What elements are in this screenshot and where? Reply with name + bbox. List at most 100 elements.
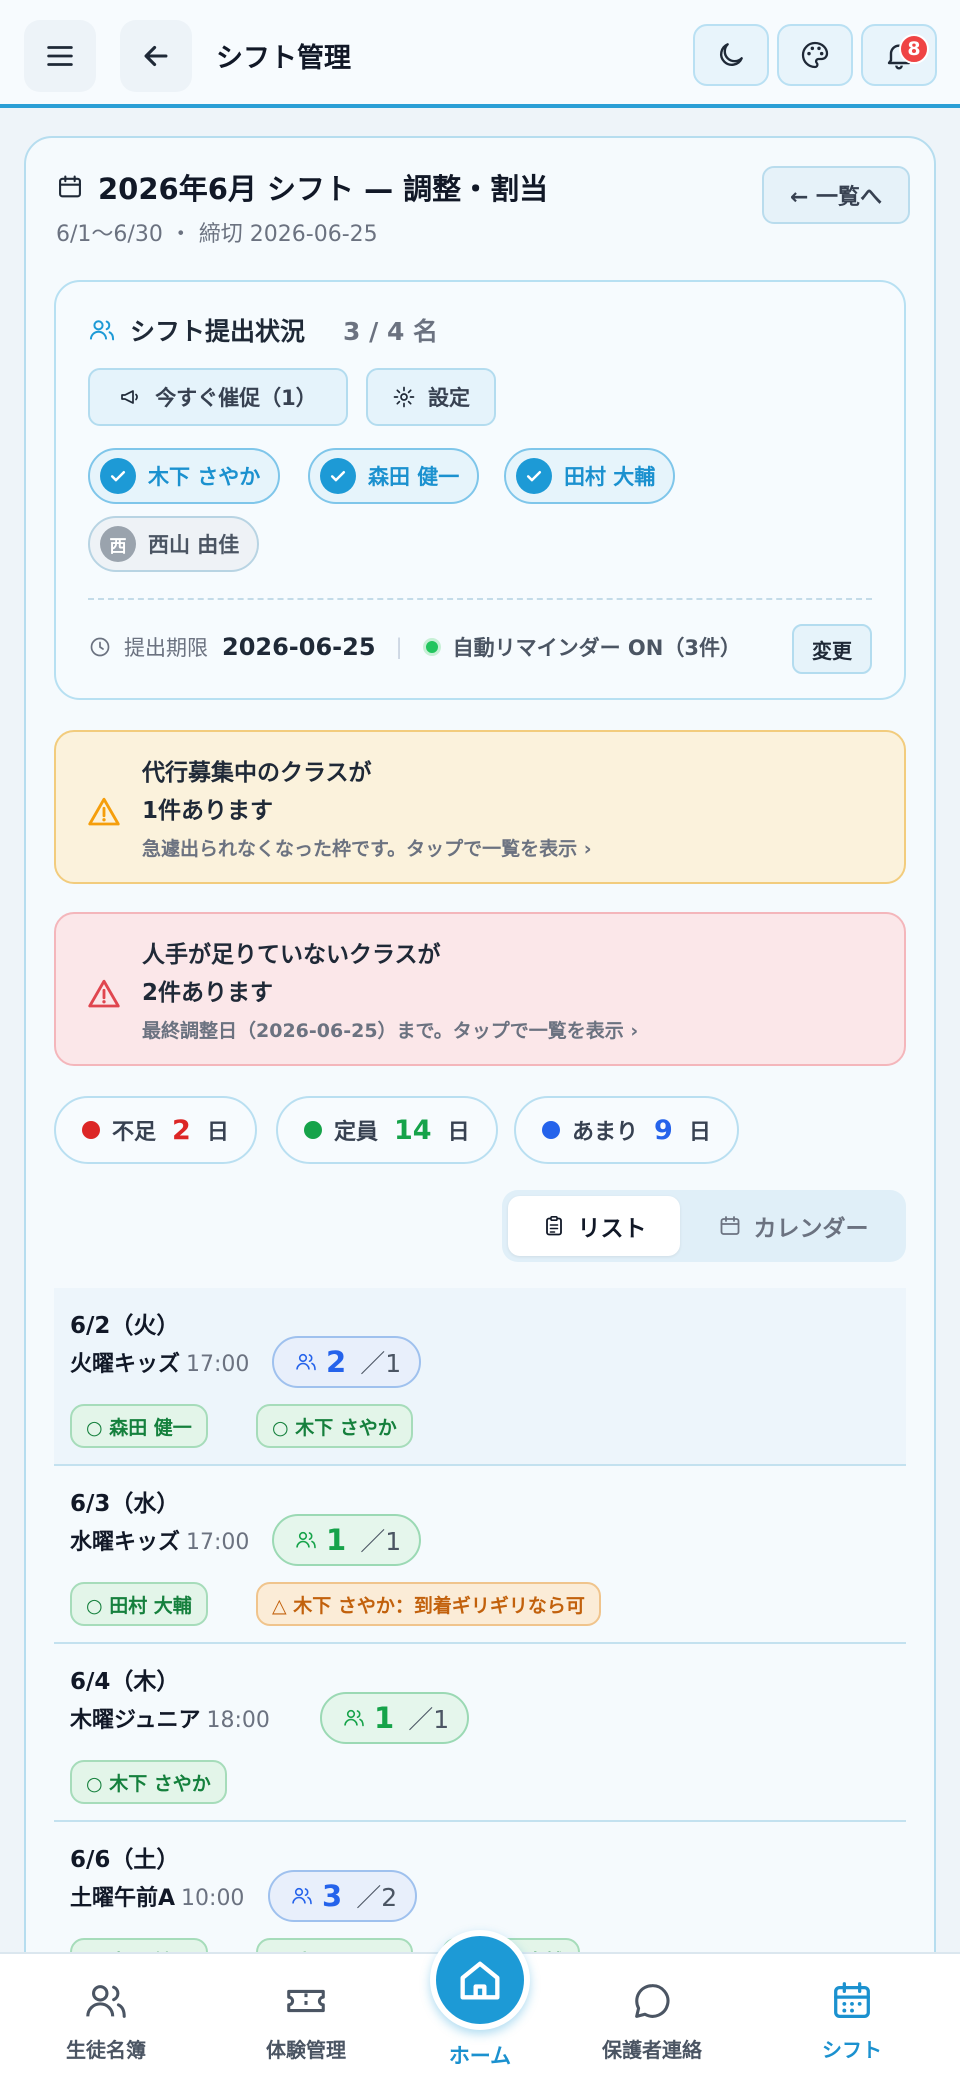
staff-name: 森田 健一	[368, 465, 460, 489]
clock-icon	[90, 637, 110, 657]
shift-adjust-card: 2026年6月 シフト — 調整・割当 6/1〜6/30 ・ 締切 2026-0…	[24, 136, 936, 2080]
dark-mode-button[interactable]	[693, 24, 769, 86]
assignee-tag[interactable]: ○ 森田 健一	[70, 1404, 208, 1448]
check-icon	[516, 458, 552, 494]
staff-chip-submitted[interactable]: 森田 健一	[308, 448, 480, 504]
assignee-tag-conditional[interactable]: △ 木下 さやか：到着ギリギリなら可	[256, 1582, 601, 1626]
staff-chip-submitted[interactable]: 田村 大輔	[504, 448, 676, 504]
page-subtitle: 6/1〜6/30 ・ 締切 2026-06-25	[56, 222, 378, 247]
staff-chip-pending[interactable]: 西 西山 由佳	[88, 516, 260, 572]
remind-now-button[interactable]: 今すぐ催促（1）	[88, 368, 348, 426]
ticket-icon	[287, 1989, 325, 2013]
tab-list[interactable]: リスト	[508, 1196, 680, 1256]
nav-home-label: ホーム	[448, 2044, 512, 2068]
alert-description: 最終調整日（2026-06-25）まで。タップで一覧を表示 ›	[142, 1020, 639, 1042]
nav-shift[interactable]: シフト	[772, 1978, 932, 2063]
capacity-value: ／2	[356, 1883, 398, 1912]
alert-title: 人手が足りていないクラスが 2件あります	[142, 942, 441, 1006]
shortage-alert[interactable]: 人手が足りていないクラスが 2件あります 最終調整日（2026-06-25）まで…	[54, 912, 906, 1066]
warning-icon	[88, 979, 120, 1008]
notifications-button[interactable]: 8	[861, 24, 937, 86]
substitute-alert[interactable]: 代行募集中のクラスが 1件あります 急遽出られなくなった枠です。タップで一覧を表…	[54, 730, 906, 884]
shift-row[interactable]: 6/3（水） 水曜キッズ 17:00 1 ／1 ○ 田村 大輔 △ 木下 さやか：…	[54, 1466, 906, 1644]
status-dot	[542, 1121, 560, 1139]
summary-extra-chip[interactable]: あまり 9 日	[514, 1096, 739, 1164]
assigned-count: 1	[326, 1523, 347, 1557]
settings-label: 設定	[428, 386, 470, 410]
shift-date: 6/6（土）	[70, 1847, 180, 1873]
status-dot	[304, 1121, 322, 1139]
calendar-icon	[59, 175, 81, 198]
submission-header: シフト提出状況 3 / 4 名	[88, 312, 438, 348]
shift-row[interactable]: 6/2（火） 火曜キッズ 17:00 2 ／1 ○ 森田 健一 ○ 木下 さやか	[54, 1288, 906, 1466]
summary-short-chip[interactable]: 不足 2 日	[54, 1096, 257, 1164]
chat-bubble-icon	[635, 1984, 670, 2018]
home-button[interactable]	[430, 1930, 530, 2030]
moon-icon	[720, 43, 743, 66]
nav-trial[interactable]: 体験管理	[226, 1978, 386, 2063]
users-icon	[89, 320, 115, 341]
capacity-chip: 2 ／1	[272, 1336, 422, 1388]
shift-row[interactable]: 6/4（木） 木曜ジュニア 18:00 1 ／1 ○ 木下 さやか	[54, 1644, 906, 1822]
capacity-chip: 1 ／1	[272, 1514, 422, 1566]
page-title-row: 2026年6月 シフト — 調整・割当	[56, 166, 548, 208]
theme-button[interactable]	[777, 24, 853, 86]
calendar-icon	[720, 1216, 739, 1235]
assigned-count: 2	[326, 1345, 347, 1379]
check-icon	[320, 458, 356, 494]
assigned-count: 1	[374, 1701, 395, 1735]
staff-chip-submitted[interactable]: 木下 さやか	[88, 448, 281, 504]
status-dot	[422, 638, 441, 656]
notification-badge: 8	[899, 34, 929, 64]
view-toggle: リスト カレンダー	[502, 1190, 906, 1262]
calendar-grid-icon	[834, 1982, 870, 2018]
change-reminder-button[interactable]: 変更	[792, 624, 872, 674]
submission-count: 3 / 4 名	[343, 317, 439, 346]
capacity-value: ／1	[360, 1349, 402, 1378]
separator: |	[395, 635, 403, 659]
shift-date: 6/4（木）	[70, 1669, 180, 1695]
nav-parents[interactable]: 保護者連絡	[572, 1978, 732, 2063]
menu-icon	[47, 46, 73, 66]
menu-button[interactable]	[24, 20, 96, 92]
page-title: 2026年6月 シフト — 調整・割当	[98, 172, 549, 206]
summary-full-chip[interactable]: 定員 14 日	[276, 1096, 498, 1164]
back-button[interactable]	[120, 20, 192, 92]
staff-name: 西山 由佳	[148, 533, 240, 557]
shift-date: 6/3（水）	[70, 1491, 180, 1517]
capacity-value: ／1	[360, 1527, 402, 1556]
summary-short-value: 2	[172, 1114, 191, 1146]
auto-reminder-status: 自動リマインダー ON（3件）	[452, 636, 741, 660]
summary-full-value: 14	[394, 1114, 432, 1146]
deadline-row: 提出期限 2026-06-25 | 自動リマインダー ON（3件）	[88, 632, 741, 662]
assigned-count: 3	[322, 1879, 343, 1913]
capacity-value: ／1	[408, 1705, 450, 1734]
users-icon	[292, 1887, 312, 1905]
users-icon	[86, 1985, 126, 2018]
tab-calendar[interactable]: カレンダー	[686, 1196, 900, 1256]
shift-date: 6/2（火）	[70, 1313, 180, 1339]
back-to-list-button[interactable]: ← 一覧へ	[762, 166, 910, 224]
assignee-tag[interactable]: ○ 田村 大輔	[70, 1582, 208, 1626]
deadline-value: 2026-06-25	[222, 633, 376, 661]
assignee-tag[interactable]: ○ 木下 さやか	[256, 1404, 413, 1448]
arrow-left-icon	[144, 45, 168, 67]
remind-now-label: 今すぐ催促（1）	[155, 386, 317, 410]
capacity-chip: 1 ／1	[320, 1692, 470, 1744]
users-icon	[344, 1709, 364, 1727]
staff-name: 木下 さやか	[148, 465, 261, 489]
deadline-label: 提出期限	[124, 636, 208, 660]
assignee-tag[interactable]: ○ 木下 さやか	[70, 1760, 227, 1804]
summary-extra-value: 9	[654, 1114, 673, 1146]
nav-students[interactable]: 生徒名簿	[26, 1978, 186, 2063]
submission-status-card: シフト提出状況 3 / 4 名 今すぐ催促（1） 設定 木下 さやか 森田 健一…	[54, 280, 906, 700]
home-icon	[460, 1961, 500, 2000]
shift-class: 木曜ジュニア 18:00	[70, 1708, 270, 1733]
shift-class: 土曜午前A 10:00	[70, 1886, 245, 1911]
settings-button[interactable]: 設定	[366, 368, 496, 426]
capacity-chip: 3 ／2	[268, 1870, 418, 1922]
check-icon	[100, 458, 136, 494]
divider	[88, 598, 872, 600]
clipboard-icon	[545, 1215, 562, 1236]
top-bar: シフト管理 8	[0, 0, 960, 108]
